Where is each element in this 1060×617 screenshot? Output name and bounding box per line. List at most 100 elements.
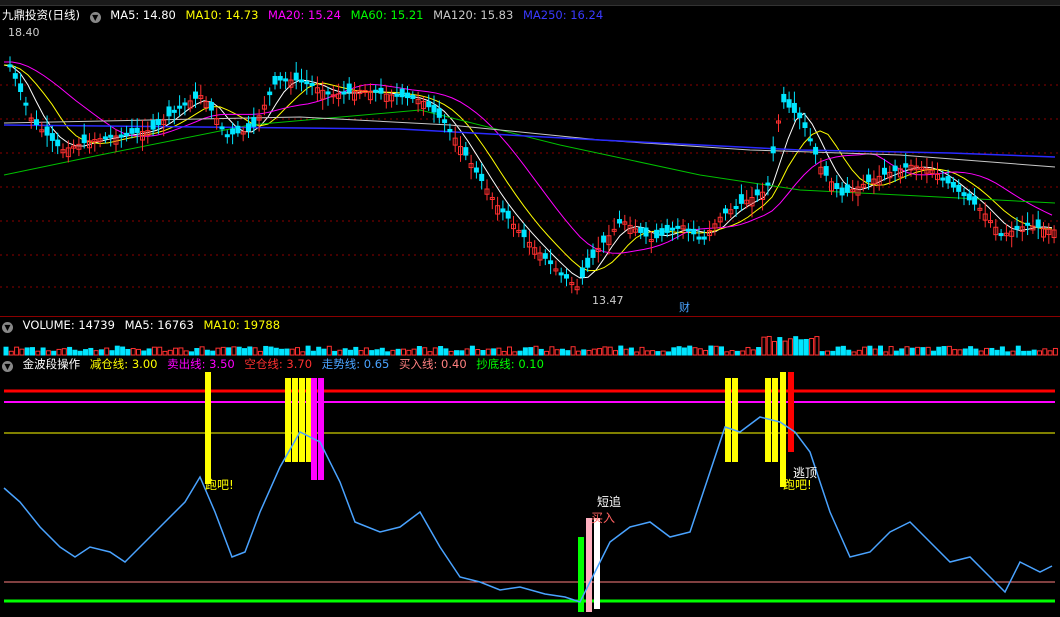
collapse-icon[interactable]: ▼ [89,12,101,23]
candle [813,146,819,155]
volume-bar [501,350,507,356]
candle [696,236,702,240]
volume-bar [443,348,449,356]
volume-bar [316,346,322,356]
candle [124,132,130,136]
candle [102,136,108,140]
volume-bar [204,349,210,356]
empty-line-label: 空仓线: 3.70 [244,357,313,371]
vol-ma10-label: MA10: 19788 [203,318,281,332]
volume-bar [1042,348,1048,356]
volume-bar [1052,347,1058,356]
candle [797,112,803,119]
volume-bar [454,350,459,356]
volume-bar [549,346,555,356]
volume-bar [692,347,698,356]
signal-bar [292,378,298,462]
signal-bar [299,378,305,462]
candle [346,83,352,93]
volume-bar [703,349,709,356]
volume-bar [782,340,788,356]
high-marker: 18.40 [8,26,40,39]
candle [299,79,304,83]
volume-bar [35,350,41,356]
candle [34,119,39,126]
volume-bar [803,338,809,356]
volume-bar [628,347,634,356]
volume-bar [401,348,406,356]
volume-bar [851,351,857,356]
volume-bar [183,350,189,356]
candle [617,219,622,224]
volume-bar [88,347,94,356]
volume-bar [962,348,968,356]
candle [177,105,183,109]
volume-bar [226,347,232,356]
volume-bar [1031,349,1037,356]
volume-bar [109,350,115,356]
volume-bar [952,349,958,356]
run-signal-2: 跑吧! [783,478,812,492]
trend-line-label: 走势线: 0.65 [321,357,390,371]
candle [839,187,845,196]
volume-bar [999,346,1005,356]
volume-bar [1021,350,1027,356]
candle [807,138,813,142]
candle [134,127,140,133]
candle [765,182,771,186]
volume-chart[interactable] [0,332,1060,356]
volume-bar [379,347,385,356]
volume-bar [3,346,9,356]
candle [341,91,347,95]
volume-bar [427,351,433,356]
candle [940,177,946,181]
volume-bar [194,348,200,356]
volume-bar [984,347,989,356]
collapse-icon[interactable]: ▼ [2,361,13,372]
volume-bar [40,347,46,356]
volume-bar [766,335,772,356]
volume-bar [189,351,194,356]
volume-bar [310,350,316,356]
candle [691,228,697,235]
volume-bar [560,348,565,356]
candle [564,274,569,279]
candle [405,92,410,99]
candle [1035,219,1041,228]
candlestick-chart[interactable]: 18.40 13.47 财 [0,25,1060,315]
finance-event-marker[interactable]: 财 [679,300,690,314]
candle [770,146,776,154]
volume-bar [750,349,756,356]
volume-bar [878,345,883,356]
volume-bar [565,350,571,356]
candle [49,133,55,141]
candle [590,249,596,258]
candle [219,126,225,130]
bottom-line-label: 抄底线: 0.10 [476,357,544,371]
volume-bar [533,345,539,356]
ma20-label: MA20: 15.24 [268,8,341,22]
volume-bar [840,345,846,356]
candle [903,163,909,168]
volume-bar [167,349,173,356]
volume-bar [554,349,560,356]
volume-bar [385,351,391,356]
candle [150,120,156,130]
volume-bar [120,346,126,356]
candle [55,139,61,147]
candle [325,91,331,95]
low-marker: 13.47 [592,294,624,307]
signal-bar [586,518,592,612]
indicator-chart[interactable]: 跑吧! 跑吧! 逃顶 短追 买入 [0,372,1060,617]
candle [1014,225,1020,230]
run-signal-1: 跑吧! [205,478,234,492]
candle [166,106,172,117]
candle [521,229,527,238]
volume-bar [814,336,820,356]
volume-bar [883,351,889,356]
candle [118,134,124,138]
ma60-label: MA60: 15.21 [350,8,424,22]
candle [956,184,962,192]
candle [12,73,18,79]
volume-bar [1047,350,1053,356]
